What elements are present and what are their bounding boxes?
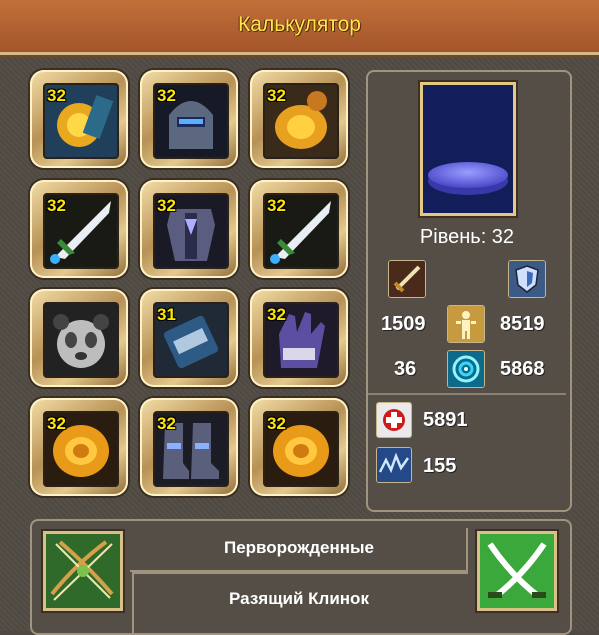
slot-image — [43, 302, 119, 378]
equipment-slot[interactable]: 32 — [250, 289, 348, 387]
health-value: 5891 — [423, 409, 468, 431]
slot-image: 32 — [43, 83, 119, 159]
crossed-bows-icon — [43, 531, 123, 611]
window-title: Калькулятор — [238, 13, 361, 36]
title-bar: Калькулятор — [0, 0, 599, 55]
slot-image: 31 — [153, 302, 229, 378]
stats-divider — [368, 393, 566, 395]
item-level-badge: 32 — [47, 414, 66, 433]
crossed-blades-icon — [477, 531, 557, 611]
vortex-icon — [447, 350, 485, 388]
body-stats-icon — [447, 305, 485, 343]
attack-sword-icon — [388, 260, 426, 298]
slot-image: 32 — [263, 193, 339, 269]
slot-image: 32 — [263, 302, 339, 378]
energy-value: 155 — [423, 455, 457, 477]
slot-image: 32 — [153, 83, 229, 159]
item-level-badge: 32 — [267, 305, 286, 324]
item-level-badge: 32 — [157, 86, 176, 105]
item-level-badge: 32 — [47, 196, 66, 215]
energy-wave-icon — [376, 447, 412, 483]
item-level-badge: 31 — [157, 305, 176, 324]
equipment-slot[interactable]: 32 — [140, 180, 238, 278]
item-level-badge: 32 — [47, 86, 66, 105]
slot-image: 32 — [153, 411, 229, 487]
pedestal-icon — [428, 162, 508, 195]
stat-four-value: 5868 — [500, 358, 545, 380]
equipment-slot[interactable]: 32 — [140, 398, 238, 496]
item-level-badge: 32 — [157, 414, 176, 433]
equipment-slot[interactable]: 31 — [140, 289, 238, 387]
item-level-badge: 32 — [267, 196, 286, 215]
class-label: Разящий Клинок — [229, 589, 369, 608]
equipment-slot[interactable]: 32 — [250, 398, 348, 496]
slot-image: 32 — [43, 193, 119, 269]
race-label: Перворожденные — [223, 538, 375, 557]
equipment-slot[interactable]: 32 — [30, 180, 128, 278]
item-level-badge: 32 — [267, 414, 286, 433]
equipment-slot[interactable]: 32 — [30, 398, 128, 496]
defense-value: 8519 — [500, 313, 545, 335]
character-level: Рівень: 32 — [419, 226, 515, 248]
slot-image: 32 — [263, 83, 339, 159]
character-portrait — [420, 82, 516, 216]
equipment-slot[interactable] — [30, 289, 128, 387]
equipment-slot[interactable]: 32 — [140, 70, 238, 168]
slot-image: 32 — [263, 411, 339, 487]
slot-image: 32 — [43, 411, 119, 487]
equipment-slot[interactable]: 32 — [250, 70, 348, 168]
attack-value: 1509 — [381, 313, 426, 335]
equipment-slot[interactable]: 32 — [250, 180, 348, 278]
panda-icon — [45, 304, 117, 376]
item-level-badge: 32 — [157, 196, 176, 215]
defense-shield-icon — [508, 260, 546, 298]
equipment-slot[interactable]: 32 — [30, 70, 128, 168]
health-cross-icon — [376, 402, 412, 438]
item-level-badge: 32 — [267, 86, 286, 105]
stat-three-value: 36 — [394, 358, 417, 380]
slot-image: 32 — [153, 193, 229, 269]
